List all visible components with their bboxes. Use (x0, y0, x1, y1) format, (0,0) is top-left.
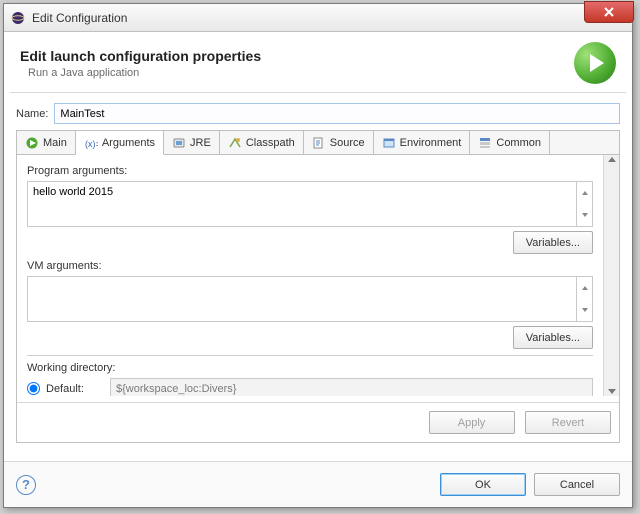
window-title: Edit Configuration (32, 11, 632, 25)
environment-icon (382, 136, 396, 150)
ok-button[interactable]: OK (440, 473, 526, 496)
default-dir-radio[interactable] (27, 382, 40, 395)
tab-arguments[interactable]: (x)= Arguments (76, 131, 164, 155)
common-icon (478, 136, 492, 150)
tab-label: Source (330, 137, 365, 149)
scroll-down-icon (608, 389, 616, 394)
classpath-icon (228, 136, 242, 150)
program-args-label: Program arguments: (27, 165, 593, 177)
program-args-spin[interactable] (577, 181, 593, 227)
tab-jre[interactable]: JRE (164, 131, 220, 154)
run-icon (574, 42, 616, 84)
svg-text:(x)=: (x)= (85, 139, 98, 149)
revert-button[interactable]: Revert (525, 411, 611, 434)
help-icon[interactable]: ? (16, 475, 36, 495)
tab-label: Main (43, 137, 67, 149)
working-dir-label: Working directory: (27, 362, 593, 374)
tab-label: Environment (400, 137, 462, 149)
jre-icon (172, 136, 186, 150)
divider (27, 355, 593, 356)
vm-args-label: VM arguments: (27, 260, 593, 272)
default-dir-field (110, 378, 593, 396)
title-bar: Edit Configuration (4, 4, 632, 32)
default-dir-label: Default: (46, 383, 104, 395)
close-button[interactable] (584, 1, 634, 23)
tab-source[interactable]: Source (304, 131, 374, 154)
name-input[interactable] (54, 103, 620, 124)
tab-label: JRE (190, 137, 211, 149)
cancel-button[interactable]: Cancel (534, 473, 620, 496)
tab-folder: Main (x)= Arguments JRE Classpath Source (16, 130, 620, 443)
tab-environment[interactable]: Environment (374, 131, 471, 154)
tab-label: Arguments (102, 137, 155, 149)
vm-args-input[interactable] (27, 276, 577, 322)
program-variables-button[interactable]: Variables... (513, 231, 593, 254)
tab-main[interactable]: Main (17, 131, 76, 154)
dialog-footer: ? OK Cancel (4, 461, 632, 507)
tab-label: Classpath (246, 137, 295, 149)
tab-label: Common (496, 137, 541, 149)
name-label: Name: (16, 108, 48, 120)
header-subtitle: Run a Java application (28, 67, 574, 79)
apply-row: Apply Revert (17, 402, 619, 442)
arguments-icon: (x)= (84, 136, 98, 150)
dialog-header: Edit launch configuration properties Run… (4, 32, 632, 92)
arguments-panel: Program arguments: Variables... VM argum… (17, 155, 603, 396)
java-run-icon (25, 136, 39, 150)
source-icon (312, 136, 326, 150)
program-args-input[interactable] (27, 181, 577, 227)
scroll-up-icon (608, 157, 616, 162)
dialog-window: Edit Configuration Edit launch configura… (3, 3, 633, 508)
vm-variables-button[interactable]: Variables... (513, 326, 593, 349)
eclipse-icon (10, 10, 26, 26)
apply-button[interactable]: Apply (429, 411, 515, 434)
tab-classpath[interactable]: Classpath (220, 131, 304, 154)
tab-common[interactable]: Common (470, 131, 550, 154)
tab-strip: Main (x)= Arguments JRE Classpath Source (17, 131, 619, 155)
header-title: Edit launch configuration properties (20, 48, 574, 64)
vertical-scrollbar[interactable] (603, 155, 619, 396)
vm-args-spin[interactable] (577, 276, 593, 322)
